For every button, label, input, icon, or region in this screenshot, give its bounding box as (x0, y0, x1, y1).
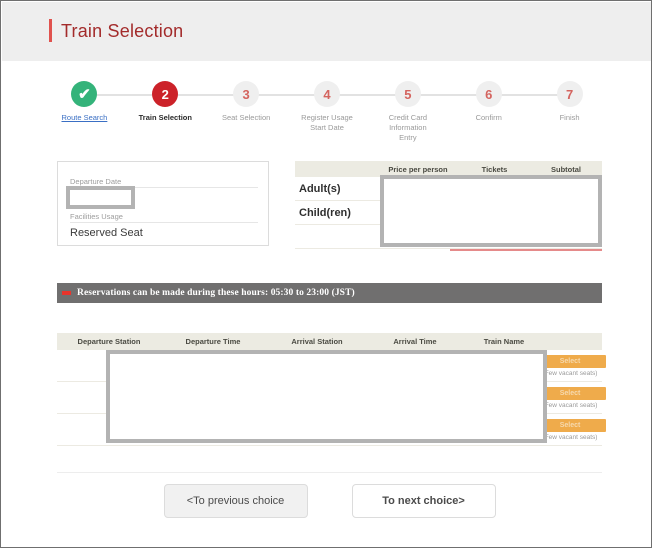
table-row[interactable]: Select (Few vacant seats) (57, 382, 606, 414)
step-circle-6: 6 (475, 81, 502, 107)
notice-marker-icon (62, 291, 71, 295)
train-cell-arrival-station (265, 382, 369, 413)
step-label-2: Train Selection (138, 113, 192, 122)
train-select-wrap: Select (Few vacant seats) (534, 354, 606, 377)
facilities-usage-label: Facilities Usage (70, 212, 123, 221)
facilities-usage-value: Reserved Seat (70, 222, 258, 241)
train-cell-arrival-time (369, 414, 461, 445)
train-row-cells (57, 350, 547, 381)
train-select-wrap: Select (Few vacant seats) (534, 386, 606, 409)
header-accent-bar (49, 19, 52, 42)
departure-date-field: Departure Date (70, 176, 258, 206)
fare-row-label: Child(ren) (299, 206, 351, 219)
step-label-1[interactable]: Route Search (61, 113, 107, 123)
availability-note: (Few vacant seats) (542, 369, 598, 377)
train-cell-departure-time (161, 414, 265, 445)
step-label-3: Seat Selection (221, 113, 271, 122)
progress-stepper: ✔ Route Search 2 Train Selection 3 Seat … (44, 81, 610, 143)
train-cell-arrival-time (369, 382, 461, 413)
select-button[interactable]: Select (534, 386, 606, 400)
step-label-4: Register Usage Start Date (301, 113, 353, 132)
train-row-cells (57, 414, 547, 445)
departure-date-value (70, 187, 258, 206)
table-row[interactable]: Select (Few vacant seats) (57, 350, 606, 382)
main-card: ✔ Route Search 2 Train Selection 3 Seat … (31, 61, 623, 541)
step-seat-selection: 3 Seat Selection (206, 81, 327, 143)
train-cell-departure-station (57, 414, 161, 445)
step-circle-1: ✔ (71, 81, 98, 107)
train-cell-arrival-station (265, 414, 369, 445)
check-icon: ✔ (78, 85, 91, 103)
next-choice-button[interactable]: To next choice> (351, 484, 496, 518)
facilities-usage-field: Facilities Usage Reserved Seat (70, 211, 258, 241)
step-circle-2: 2 (152, 81, 179, 107)
step-confirm: 6 Confirm (448, 81, 570, 143)
step-circle-5: 5 (394, 81, 421, 107)
step-circle-7: 7 (556, 81, 583, 107)
train-cell-arrival-station (265, 350, 369, 381)
trip-info-box: Departure Date Facilities Usage Reserved… (57, 161, 269, 246)
step-finish: 7 Finish (529, 81, 610, 143)
train-cell-departure-time (161, 382, 265, 413)
train-cell-departure-station (57, 350, 161, 381)
page-header-inner: Train Selection (49, 19, 183, 42)
fare-row-adults: Adult(s) (295, 177, 602, 201)
notice-text: Reservations can be made during these ho… (77, 288, 355, 298)
step-route-search[interactable]: ✔ Route Search (44, 81, 166, 143)
fare-row-total (295, 225, 602, 249)
fare-total-underline (450, 249, 602, 251)
select-button[interactable]: Select (534, 354, 606, 368)
reservation-hours-notice: Reservations can be made during these ho… (57, 283, 602, 303)
fare-table-header: Price per person Tickets Subtotal (295, 161, 602, 177)
departure-date-label: Departure Date (70, 177, 122, 186)
train-cell-departure-time (161, 350, 265, 381)
step-label-5: Credit Card Information Entry (388, 113, 428, 142)
train-col-arrival-time: Arrival Time (393, 337, 437, 346)
page-header: Train Selection (2, 2, 651, 61)
fare-row-label: Adult(s) (299, 182, 341, 195)
select-button[interactable]: Select (534, 418, 606, 432)
fare-col-tickets: Tickets (481, 164, 508, 174)
train-select-wrap: Select (Few vacant seats) (534, 418, 606, 441)
train-col-arrival-station: Arrival Station (291, 337, 343, 346)
fare-col-subtotal: Subtotal (551, 164, 581, 174)
step-label-7: Finish (559, 113, 580, 122)
availability-note: (Few vacant seats) (542, 433, 598, 441)
page-root: Train Selection ✔ Route Search 2 Train S… (0, 0, 652, 548)
footer-actions: <To previous choice To next choice> (57, 466, 602, 536)
step-label-6: Confirm (475, 113, 502, 122)
page-title: Train Selection (61, 20, 184, 41)
train-row-cells (57, 382, 547, 413)
train-col-train-name: Train Name (483, 337, 525, 346)
train-cell-departure-station (57, 382, 161, 413)
step-circle-4: 4 (314, 81, 340, 107)
table-row[interactable]: Select (Few vacant seats) (57, 414, 606, 446)
fare-row-children: Child(ren) (295, 201, 602, 225)
previous-choice-button[interactable]: <To previous choice (163, 484, 308, 518)
step-circle-3: 3 (233, 81, 260, 107)
train-results-table: Departure Station Departure Time Arrival… (57, 333, 606, 446)
train-cell-arrival-time (369, 350, 461, 381)
availability-note: (Few vacant seats) (542, 401, 598, 409)
step-register-usage-start-date: 4 Register Usage Start Date (287, 81, 408, 143)
step-credit-card-information-entry: 5 Credit Card Information Entry (367, 81, 489, 143)
step-train-selection[interactable]: 2 Train Selection (125, 81, 247, 143)
train-col-departure-station: Departure Station (77, 337, 141, 346)
fare-col-price: Price per person (388, 164, 448, 174)
fare-table: Price per person Tickets Subtotal Adult(… (295, 161, 602, 251)
train-table-header: Departure Station Departure Time Arrival… (57, 333, 602, 350)
summary-section: Departure Date Facilities Usage Reserved… (57, 161, 602, 251)
train-col-departure-time: Departure Time (185, 337, 241, 346)
